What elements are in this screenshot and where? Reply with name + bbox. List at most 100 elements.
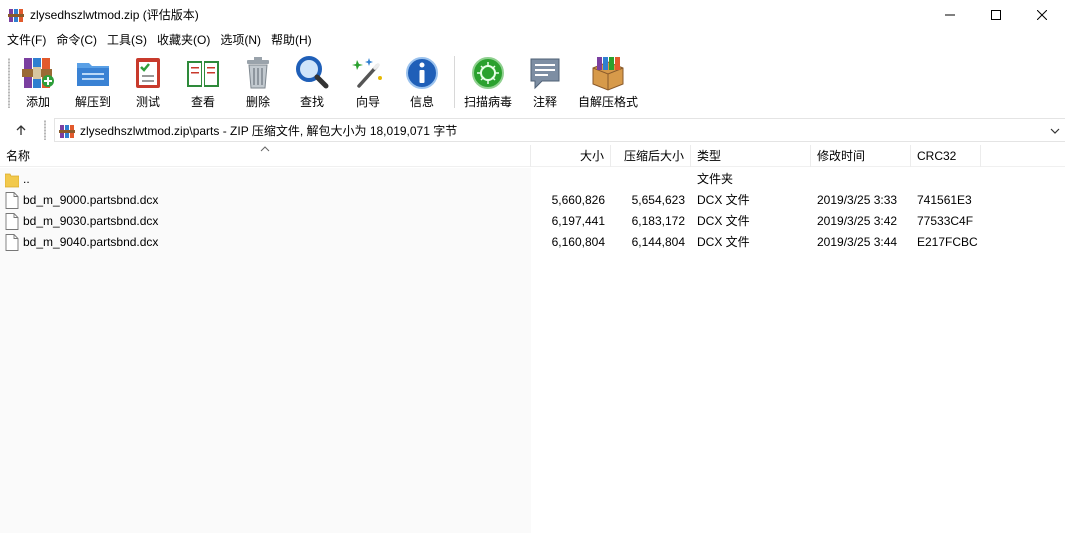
trash-icon bbox=[247, 57, 269, 89]
column-header-modified[interactable]: 修改时间 bbox=[811, 145, 911, 167]
file-size: 6,160,804 bbox=[551, 235, 605, 249]
file-crc: 741561E3 bbox=[917, 193, 972, 207]
file-packed-size: 5,654,623 bbox=[631, 193, 685, 207]
address-grip bbox=[44, 120, 46, 140]
wizard-button[interactable]: 向导 bbox=[348, 52, 388, 112]
close-button[interactable] bbox=[1019, 0, 1065, 30]
column-header-crc[interactable]: CRC32 bbox=[911, 145, 981, 167]
wizard-label: 向导 bbox=[355, 95, 380, 109]
file-modified: 2019/3/25 3:44 bbox=[817, 235, 898, 249]
delete-button[interactable]: 删除 bbox=[238, 52, 278, 112]
column-header-name[interactable]: 名称 bbox=[0, 145, 531, 167]
sfx-button[interactable]: 自解压格式 bbox=[576, 52, 640, 112]
arrow-up-icon bbox=[16, 125, 26, 135]
add-button[interactable]: 添加 bbox=[17, 52, 59, 112]
comment-button[interactable]: 注释 bbox=[526, 52, 564, 112]
column-header-packed[interactable]: 压缩后大小 bbox=[611, 145, 691, 167]
file-icon bbox=[5, 213, 19, 230]
file-size: 5,660,826 bbox=[551, 193, 605, 207]
file-type: 文件夹 bbox=[697, 172, 734, 186]
sfx-label: 自解压格式 bbox=[577, 95, 638, 109]
toolbar-separator bbox=[454, 56, 455, 108]
file-name: bd_m_9040.partsbnd.dcx bbox=[23, 235, 159, 249]
minimize-button[interactable] bbox=[927, 0, 973, 30]
menu-file[interactable]: 文件(F) bbox=[2, 30, 51, 50]
winrar-app-icon bbox=[8, 9, 24, 22]
address-path: zlysedhszlwtmod.zip\parts - ZIP 压缩文件, 解包… bbox=[80, 124, 458, 138]
file-size bbox=[531, 169, 605, 190]
find-label: 查找 bbox=[299, 95, 324, 109]
magnifier-icon bbox=[296, 56, 329, 89]
toolbar: 添加 解压到 测试 查看 删除 查找 向导 信息 扫描病毒 注释 自解压格式 bbox=[0, 52, 1065, 114]
file-name: bd_m_9030.partsbnd.dcx bbox=[23, 214, 159, 228]
menu-options[interactable]: 选项(N) bbox=[215, 30, 266, 50]
delete-label: 删除 bbox=[245, 95, 270, 109]
extract-to-button[interactable]: 解压到 bbox=[70, 52, 116, 112]
virus-scan-label: 扫描病毒 bbox=[463, 95, 512, 109]
maximize-button[interactable] bbox=[973, 0, 1019, 30]
info-label: 信息 bbox=[409, 95, 434, 109]
window-title: zlysedhszlwtmod.zip (评估版本) bbox=[30, 8, 199, 22]
virus-scan-button[interactable]: 扫描病毒 bbox=[461, 52, 515, 112]
view-button[interactable]: 查看 bbox=[180, 52, 226, 112]
column-header-size[interactable]: 大小 bbox=[531, 145, 611, 167]
column-header-name-label: 名称 bbox=[6, 149, 31, 163]
magic-wand-icon bbox=[352, 58, 382, 88]
extract-folder-icon bbox=[77, 63, 109, 86]
list-item[interactable]: bd_m_9040.partsbnd.dcx 6,160,804 6,144,8… bbox=[0, 232, 1065, 253]
list-item[interactable]: .. 文件夹 bbox=[0, 169, 1065, 190]
close-icon bbox=[1037, 10, 1047, 20]
virus-scan-icon bbox=[472, 57, 504, 89]
test-button[interactable]: 测试 bbox=[128, 52, 168, 112]
extract-to-label: 解压到 bbox=[74, 95, 111, 109]
archive-icon bbox=[59, 125, 75, 138]
toolbar-grip bbox=[8, 58, 10, 108]
address-bar[interactable]: zlysedhszlwtmod.zip\parts - ZIP 压缩文件, 解包… bbox=[54, 118, 1065, 142]
test-label: 测试 bbox=[135, 95, 160, 109]
list-item[interactable]: bd_m_9030.partsbnd.dcx 6,197,441 6,183,1… bbox=[0, 211, 1065, 232]
file-packed-size: 6,144,804 bbox=[631, 235, 685, 249]
add-label: 添加 bbox=[25, 95, 50, 109]
comment-note-icon bbox=[530, 58, 560, 90]
list-header: 名称 大小 压缩后大小 类型 修改时间 CRC32 bbox=[0, 145, 1065, 167]
file-icon bbox=[5, 234, 19, 251]
view-label: 查看 bbox=[190, 95, 215, 109]
sort-ascending-icon bbox=[260, 146, 270, 152]
chevron-down-icon[interactable] bbox=[1049, 125, 1061, 137]
minimize-icon bbox=[945, 14, 955, 16]
menu-bar: 文件(F) 命令(C) 工具(S) 收藏夹(O) 选项(N) 帮助(H) bbox=[0, 30, 1065, 50]
file-type: DCX 文件 bbox=[697, 193, 750, 207]
find-button[interactable]: 查找 bbox=[292, 52, 332, 112]
view-book-icon bbox=[187, 61, 219, 87]
title-bar: zlysedhszlwtmod.zip (评估版本) bbox=[0, 0, 1065, 30]
file-crc: E217FCBC bbox=[917, 235, 978, 249]
menu-help[interactable]: 帮助(H) bbox=[266, 30, 317, 50]
winrar-window: zlysedhszlwtmod.zip (评估版本) 文件(F) 命令(C) 工… bbox=[0, 0, 1065, 533]
column-header-type[interactable]: 类型 bbox=[691, 145, 811, 167]
menu-tools[interactable]: 工具(S) bbox=[102, 30, 152, 50]
menu-favorites[interactable]: 收藏夹(O) bbox=[152, 30, 215, 50]
info-icon bbox=[406, 57, 438, 89]
folder-icon bbox=[5, 173, 19, 188]
file-size: 6,197,441 bbox=[551, 214, 605, 228]
maximize-icon bbox=[991, 10, 1001, 20]
file-name: .. bbox=[23, 172, 30, 186]
list-item[interactable]: bd_m_9000.partsbnd.dcx 5,660,826 5,654,6… bbox=[0, 190, 1065, 211]
sfx-box-icon bbox=[592, 57, 624, 91]
up-one-level-button[interactable] bbox=[10, 120, 32, 140]
menu-commands[interactable]: 命令(C) bbox=[51, 30, 102, 50]
address-row: zlysedhszlwtmod.zip\parts - ZIP 压缩文件, 解包… bbox=[0, 117, 1065, 143]
file-icon bbox=[5, 192, 19, 209]
file-type: DCX 文件 bbox=[697, 214, 750, 228]
file-name: bd_m_9000.partsbnd.dcx bbox=[23, 193, 159, 207]
file-list: 名称 大小 压缩后大小 类型 修改时间 CRC32 .. 文件夹 bd_m_90… bbox=[0, 145, 1065, 533]
file-type: DCX 文件 bbox=[697, 235, 750, 249]
info-button[interactable]: 信息 bbox=[402, 52, 442, 112]
file-modified: 2019/3/25 3:42 bbox=[817, 214, 898, 228]
add-archive-icon bbox=[22, 58, 54, 88]
file-crc: 77533C4F bbox=[917, 214, 974, 228]
test-checklist-icon bbox=[136, 58, 160, 88]
comment-label: 注释 bbox=[532, 95, 557, 109]
file-modified: 2019/3/25 3:33 bbox=[817, 193, 898, 207]
file-packed-size: 6,183,172 bbox=[631, 214, 685, 228]
